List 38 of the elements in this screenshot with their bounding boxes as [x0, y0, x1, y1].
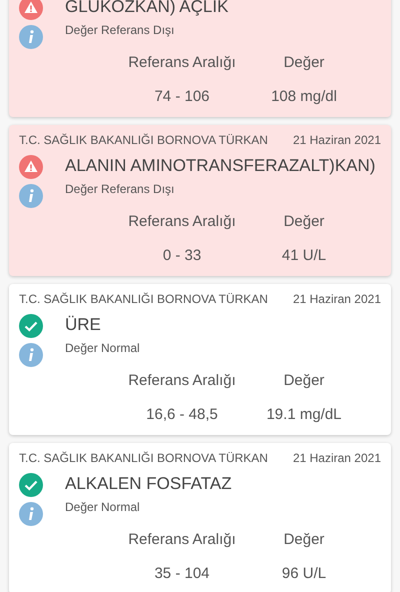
column-header: Değer [284, 530, 324, 550]
result-value: 19.1 mg/dL [266, 405, 342, 425]
reference-range: 74 - 106 [154, 87, 210, 107]
status-text: Değer Referans Dışı [65, 181, 176, 198]
column-header: Değer [284, 212, 324, 232]
reference-range: 0 - 33 [162, 246, 202, 266]
column-header: Değer [284, 53, 324, 73]
institution-name: T.C. SAĞLIK BAKANLIĞI BORNOVA TÜRKAN [19, 291, 268, 308]
result-card[interactable]: T.C. SAĞLIK BAKANLIĞI BORNOVA TÜRKAN 21 Haziran 2021 ALKALEN FOSFATAZ Değer Normal Referans Aralığı Değer 35 - 104 96 U/L [9, 443, 391, 592]
result-date: 21 Haziran 2021 [292, 450, 381, 467]
result-date: 21 Haziran 2021 [292, 132, 381, 149]
result-card[interactable]: T.C. SAĞLIK BAKANLIĞI BORNOVA TÜRKAN 21 Haziran 2021 ÜRE Değer Normal Referans Aralığı Değer 16,6 - 48,5 19.1 mg/dL [9, 284, 391, 435]
reference-range: 16,6 - 48,5 [146, 405, 218, 425]
info-icon[interactable] [19, 502, 43, 526]
result-value: 108 mg/dl [271, 87, 337, 107]
institution-name: T.C. SAĞLIK BAKANLIĞI BORNOVA TÜRKAN [19, 132, 268, 149]
info-icon[interactable] [19, 25, 43, 49]
result-card[interactable]: T.C. SAĞLIK BAKANLIĞI BORNOVA TÜRKAN 21 Haziran 2021 ALANIN AMINOTRANSFERAZALT)KAN) Değer Referans Dışı Referans Aralığı Değer 0 - 33 41 U/L [9, 125, 391, 276]
result-card[interactable]: GLUKOZKAN) AÇLIK Değer Referans Dışı Referans Aralığı Değer 74 - 106 108 mg/dl [9, 0, 391, 117]
status-text: Değer Normal [65, 340, 140, 357]
status-text: Değer Referans Dışı [65, 22, 176, 39]
column-header: Değer [284, 371, 324, 391]
institution-name: T.C. SAĞLIK BAKANLIĞI BORNOVA TÜRKAN [19, 450, 268, 467]
info-icon[interactable] [19, 184, 43, 208]
column-header: Referans Aralığı [128, 212, 236, 232]
column-header: Referans Aralığı [128, 371, 236, 391]
test-name: ALKALEN FOSFATAZ [65, 473, 232, 495]
test-name: GLUKOZKAN) AÇLIK [65, 0, 228, 18]
result-value: 96 U/L [282, 564, 326, 584]
result-date: 21 Haziran 2021 [292, 291, 381, 308]
result-value: 41 U/L [282, 246, 326, 266]
status-text: Değer Normal [65, 499, 141, 516]
test-name: ALANIN AMINOTRANSFERAZALT)KAN) [65, 155, 376, 177]
info-icon[interactable] [19, 343, 43, 367]
column-header: Referans Aralığı [128, 53, 236, 73]
reference-range: 35 - 104 [154, 564, 210, 584]
test-name: ÜRE [65, 314, 102, 336]
column-header: Referans Aralığı [128, 530, 236, 550]
